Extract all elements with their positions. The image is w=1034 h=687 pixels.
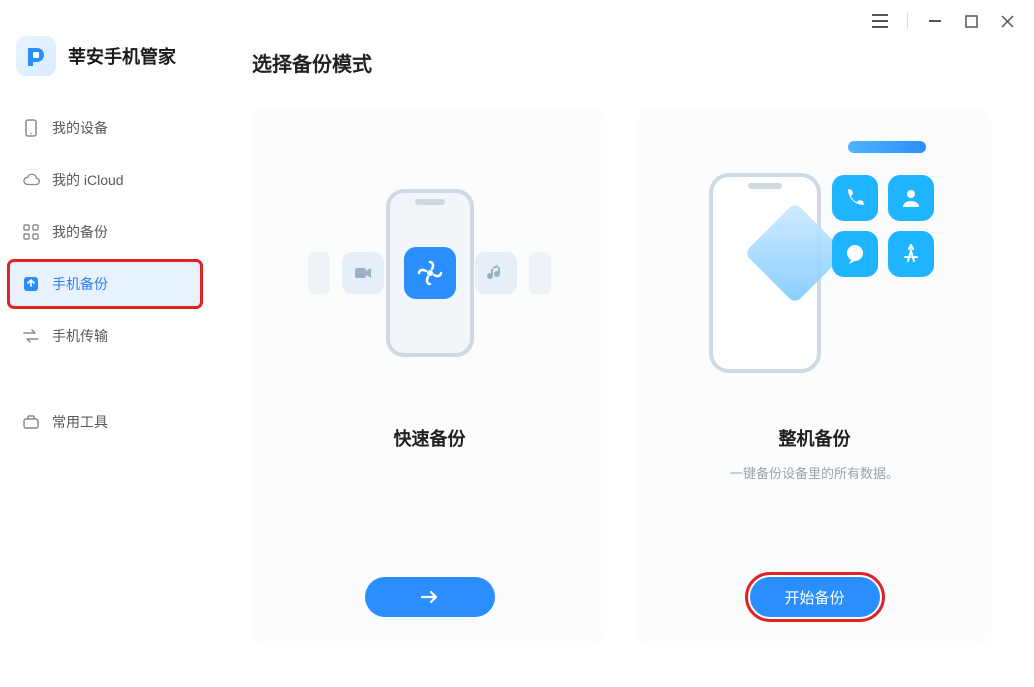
quick-backup-button[interactable] bbox=[365, 577, 495, 617]
brand-title: 莘安手机管家 bbox=[68, 43, 176, 69]
cloud-icon bbox=[22, 171, 40, 189]
sidebar-item-my-icloud[interactable]: 我的 iCloud bbox=[8, 156, 202, 204]
sidebar-item-label: 手机备份 bbox=[52, 274, 108, 294]
phone-call-icon bbox=[832, 175, 878, 221]
grid-icon bbox=[22, 223, 40, 241]
video-icon bbox=[342, 252, 384, 294]
window-maximize-icon[interactable] bbox=[962, 12, 980, 30]
appstore-icon bbox=[888, 231, 934, 277]
brand: 莘安手机管家 bbox=[8, 36, 202, 104]
phone-icon bbox=[22, 119, 40, 137]
card-title: 快速备份 bbox=[394, 425, 466, 451]
card-title: 整机备份 bbox=[779, 425, 851, 451]
phone-outline-icon bbox=[386, 189, 474, 357]
arrow-right-icon bbox=[420, 590, 440, 604]
card-desc: 一键备份设备里的所有数据。 bbox=[730, 463, 899, 482]
message-icon bbox=[832, 231, 878, 277]
backup-icon bbox=[22, 275, 40, 293]
window-minimize-icon[interactable] bbox=[926, 12, 944, 30]
sidebar-item-phone-backup[interactable]: 手机备份 bbox=[8, 260, 202, 308]
sidebar-item-label: 常用工具 bbox=[52, 412, 108, 432]
full-backup-illustration bbox=[661, 143, 968, 403]
sidebar-item-my-backup[interactable]: 我的备份 bbox=[8, 208, 202, 256]
button-label: 开始备份 bbox=[784, 587, 844, 608]
window-controls bbox=[853, 0, 1034, 42]
card-quick-backup[interactable]: 快速备份 bbox=[252, 107, 607, 647]
transfer-icon bbox=[22, 327, 40, 345]
window-close-icon[interactable] bbox=[998, 12, 1016, 30]
sidebar: 莘安手机管家 我的设备 我的 iCloud 我的备份 手机备份 bbox=[0, 0, 210, 687]
divider bbox=[907, 13, 908, 29]
card-full-backup[interactable]: 整机备份 一键备份设备里的所有数据。 开始备份 bbox=[637, 107, 992, 647]
main-content: 选择备份模式 快速备份 bbox=[210, 0, 1034, 687]
sidebar-item-label: 我的设备 bbox=[52, 118, 108, 138]
sidebar-item-label: 我的备份 bbox=[52, 222, 108, 242]
decorative-bar bbox=[529, 252, 551, 294]
decorative-bar bbox=[308, 252, 330, 294]
decorative-pill bbox=[848, 141, 926, 153]
sidebar-item-phone-transfer[interactable]: 手机传输 bbox=[8, 312, 202, 360]
sidebar-item-label: 我的 iCloud bbox=[52, 170, 124, 190]
backup-mode-cards: 快速备份 bbox=[252, 107, 992, 647]
contact-icon bbox=[888, 175, 934, 221]
sidebar-item-label: 手机传输 bbox=[52, 326, 108, 346]
fan-icon bbox=[404, 247, 456, 299]
start-backup-button[interactable]: 开始备份 bbox=[750, 577, 880, 617]
sidebar-item-tools[interactable]: 常用工具 bbox=[8, 398, 202, 446]
brand-logo-icon bbox=[16, 36, 56, 76]
hamburger-menu-icon[interactable] bbox=[871, 12, 889, 30]
music-icon bbox=[475, 252, 517, 294]
page-title: 选择备份模式 bbox=[252, 48, 992, 77]
sidebar-item-my-device[interactable]: 我的设备 bbox=[8, 104, 202, 152]
toolbox-icon bbox=[22, 413, 40, 431]
quick-backup-illustration bbox=[276, 143, 583, 403]
app-icons-grid bbox=[832, 175, 934, 277]
sidebar-nav: 我的设备 我的 iCloud 我的备份 手机备份 手机传输 bbox=[8, 104, 202, 446]
